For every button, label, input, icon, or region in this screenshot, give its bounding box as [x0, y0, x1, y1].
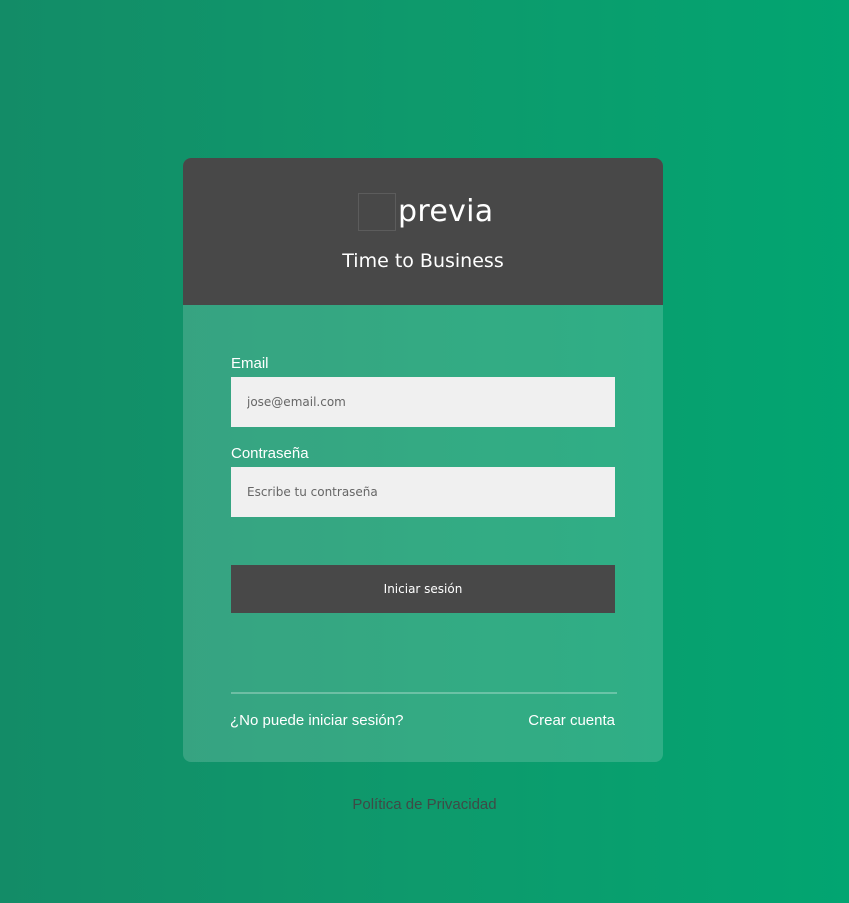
forgot-login-link[interactable]: ¿No puede iniciar sesión?: [230, 712, 403, 729]
create-account-link[interactable]: Crear cuenta: [528, 712, 615, 729]
brand-tagline: Time to Business: [342, 250, 504, 272]
logo-text: previa: [398, 194, 494, 229]
email-field[interactable]: [231, 377, 615, 427]
login-button[interactable]: Iniciar sesión: [231, 565, 615, 613]
email-label: Email: [231, 355, 269, 372]
brand-logo: previa: [358, 192, 493, 232]
password-field[interactable]: [231, 467, 615, 517]
divider: [231, 692, 617, 694]
password-label: Contraseña: [231, 445, 309, 462]
card-header: previa Time to Business: [183, 158, 663, 305]
logo-mark-icon: [358, 193, 396, 231]
login-card: previa Time to Business Email Contraseña…: [183, 158, 663, 762]
privacy-policy-link[interactable]: Política de Privacidad: [0, 796, 849, 813]
